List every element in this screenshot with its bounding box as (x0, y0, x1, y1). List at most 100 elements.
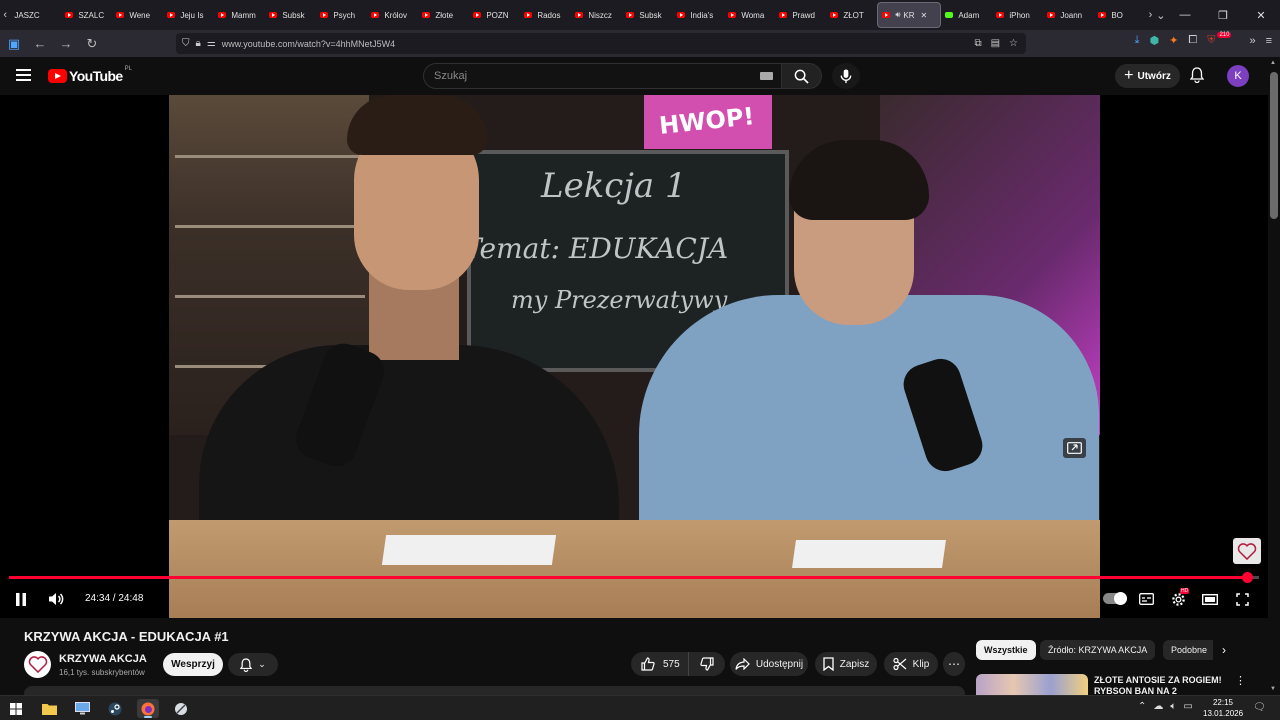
file-explorer-button[interactable] (38, 699, 60, 718)
taskbar-clock[interactable]: 22:15 13.01.2026 (1203, 697, 1243, 719)
keyboard-icon[interactable] (760, 72, 773, 80)
browser-tab[interactable]: Prawd (775, 2, 826, 28)
recommended-video-title[interactable]: ZŁOTE ANTOSIE ZA ROGIEM! RYBSON BAN NA 2… (1094, 675, 1222, 695)
tray-chevron-up-icon[interactable]: ⌃ (1138, 701, 1146, 712)
steam-button[interactable] (104, 699, 126, 718)
share-button[interactable]: Udostępnij (730, 652, 808, 676)
picture-in-picture-icon[interactable]: ⧉ (974, 38, 981, 49)
browser-tab[interactable]: India's (673, 2, 724, 28)
reload-icon[interactable]: ↻ (80, 36, 104, 52)
video-player[interactable]: HWOP! Lekcja 1 Temat: EDUKACJA my Prezer… (0, 95, 1268, 618)
more-actions-button[interactable]: ⋯ (943, 652, 965, 676)
dislike-button[interactable] (689, 652, 725, 676)
browser-tab[interactable]: Joann (1043, 2, 1094, 28)
restore-icon[interactable]: ❐ (1204, 9, 1242, 22)
channel-avatar[interactable] (24, 651, 51, 678)
support-button[interactable]: Wesprzyj (163, 653, 223, 676)
tab-scroll-left-icon[interactable]: ‹ (0, 9, 10, 21)
tab-audio-icon[interactable]: 🔊︎ (895, 10, 900, 20)
scroll-down-icon[interactable]: ▼ (1270, 686, 1276, 692)
video-frame[interactable]: HWOP! Lekcja 1 Temat: EDUKACJA my Prezer… (169, 95, 1100, 618)
browser-tab[interactable]: Mamm (214, 2, 265, 28)
lock-icon[interactable]: 🔒︎ (196, 38, 201, 49)
fullscreen-button[interactable] (1233, 590, 1251, 608)
progress-scrubber[interactable] (1242, 572, 1254, 583)
hamburger-menu-icon[interactable]: ≡ (1266, 35, 1272, 47)
tab-scroll-right-icon[interactable]: › (1145, 9, 1155, 21)
browser-tab[interactable]: Królov (367, 2, 418, 28)
browser-tab[interactable]: SZALC (61, 2, 112, 28)
save-button[interactable]: Zapisz (815, 652, 877, 676)
back-arrow-icon[interactable]: ← (28, 36, 52, 51)
description-box[interactable] (24, 686, 965, 695)
shield-icon[interactable]: ⛉ (182, 38, 190, 49)
firefox-button[interactable] (137, 699, 159, 718)
browser-tab[interactable]: ZŁOT (826, 2, 877, 28)
chip-all[interactable]: Wszystkie (976, 640, 1036, 660)
channel-watermark[interactable] (1233, 538, 1261, 564)
tab-list-dropdown-icon[interactable]: ⌄ (1156, 9, 1166, 22)
browser-tab[interactable]: Złote (418, 2, 469, 28)
extension-fox-icon[interactable]: ✦ (1169, 34, 1178, 47)
ublock-icon[interactable]: ⛨ (1207, 34, 1215, 47)
permissions-icon[interactable]: ⚌ (207, 38, 216, 49)
address-bar[interactable]: ⛉ 🔒︎ ⚌ www.youtube.com/watch?v=4hhMNetJ5… (176, 33, 1026, 54)
reader-view-icon[interactable]: ▤ (991, 38, 1000, 49)
autoplay-toggle[interactable] (1103, 591, 1127, 605)
browser-tab[interactable]: Adam (941, 2, 992, 28)
pause-button[interactable] (12, 590, 30, 608)
browser-tab[interactable]: POZN (469, 2, 520, 28)
volume-button[interactable] (46, 590, 66, 608)
browser-tab[interactable]: Rados (520, 2, 571, 28)
browser-tab[interactable]: iPhon (992, 2, 1043, 28)
browser-tab[interactable]: Subsk (622, 2, 673, 28)
star-icon[interactable]: ☆ (1009, 38, 1018, 49)
subscription-bell-button[interactable]: ⌄ (228, 653, 278, 676)
browser-tab[interactable]: Niszcz (571, 2, 622, 28)
url-text[interactable]: www.youtube.com/watch?v=4hhMNetJ5W4 (222, 39, 395, 49)
start-button[interactable] (5, 699, 27, 718)
network-icon[interactable]: ☁ (1153, 701, 1163, 712)
more-vertical-icon[interactable]: ⋮ (1235, 674, 1246, 687)
chip-from-channel[interactable]: Źródło: KRZYWA AKCJA (1040, 640, 1156, 660)
speaker-icon[interactable]: 🔈︎ (1170, 701, 1176, 712)
channel-name[interactable]: KRZYWA AKCJA (59, 653, 147, 665)
notification-icon[interactable]: 🗨︎ (1253, 702, 1266, 713)
page-scrollbar[interactable]: ▲ ▼ (1268, 57, 1280, 695)
sidebar-toggle-icon[interactable]: ▣ (2, 36, 26, 52)
theater-mode-button[interactable] (1201, 590, 1219, 608)
extensions-puzzle-icon[interactable]: ⧠ (1188, 34, 1197, 47)
display-icon[interactable]: ▭ (1183, 701, 1192, 712)
search-button[interactable] (782, 63, 822, 89)
minimize-icon[interactable]: — (1166, 9, 1204, 22)
browser-tab[interactable]: 🔊︎ KR ✕ (877, 2, 942, 28)
forward-arrow-icon[interactable]: → (54, 36, 78, 51)
voice-search-button[interactable] (832, 63, 860, 89)
download-icon[interactable]: ⤓ (1135, 34, 1140, 47)
progress-bar[interactable] (9, 572, 1259, 583)
app-button-2[interactable] (170, 699, 192, 718)
clip-button[interactable]: Klip (884, 652, 938, 676)
browser-tab[interactable]: BO (1094, 2, 1145, 28)
subtitles-button[interactable] (1137, 590, 1155, 608)
browser-tab[interactable]: Woma (724, 2, 775, 28)
scrollbar-thumb[interactable] (1270, 72, 1278, 219)
extension-shield-icon[interactable]: ⬢ (1150, 34, 1160, 47)
recommended-video-thumbnail[interactable] (976, 674, 1088, 695)
browser-tab[interactable]: JASZC (10, 2, 61, 28)
close-window-icon[interactable]: ✕ (1242, 9, 1280, 22)
chip-related[interactable]: Podobne (1163, 640, 1213, 660)
scroll-up-icon[interactable]: ▲ (1270, 60, 1276, 66)
browser-tab[interactable]: Wene (112, 2, 163, 28)
tab-close-icon[interactable]: ✕ (921, 11, 928, 20)
account-avatar[interactable]: K (1227, 65, 1249, 87)
chevron-right-icon[interactable]: › (1222, 643, 1226, 657)
guide-menu-icon[interactable] (16, 69, 31, 81)
browser-tab[interactable]: Jeju Is (163, 2, 214, 28)
notifications-button[interactable] (1190, 67, 1204, 83)
browser-tab[interactable]: Subsk (265, 2, 316, 28)
overflow-chevron-icon[interactable]: » (1249, 35, 1255, 47)
youtube-logo[interactable]: YouTube PL (48, 66, 132, 84)
like-button[interactable]: 575 (631, 652, 689, 676)
create-button[interactable]: + Utwórz (1115, 64, 1180, 88)
